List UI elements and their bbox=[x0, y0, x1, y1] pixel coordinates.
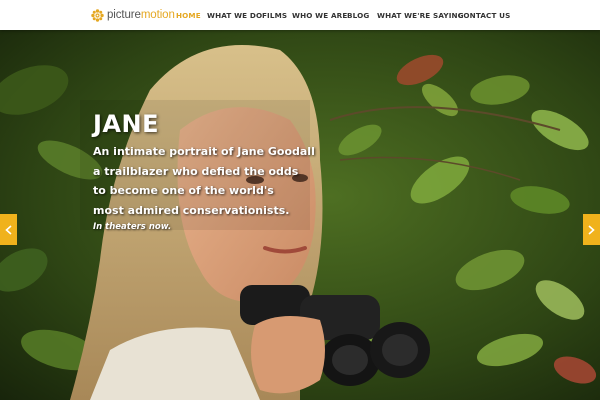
nav-item-films[interactable]: FILMS bbox=[262, 11, 287, 20]
slider-prev-button[interactable] bbox=[0, 214, 17, 245]
hero-line: An intimate portrait of Jane Goodall bbox=[93, 145, 315, 158]
hero-line: most admired conservationists. bbox=[93, 203, 290, 217]
chevron-right-icon bbox=[588, 224, 595, 235]
hero-description: An intimate portrait of Jane Goodall a t… bbox=[93, 142, 315, 220]
hero-title: JANE bbox=[93, 110, 159, 138]
hero-tagline: In theaters now. bbox=[93, 222, 172, 232]
logo-text: picturemotion bbox=[107, 9, 175, 21]
hero-slider: JANE An intimate portrait of Jane Goodal… bbox=[0, 30, 600, 400]
nav-item-what-we-do[interactable]: WHAT WE DO bbox=[207, 11, 262, 20]
nav-item-contact-us[interactable]: CONTACT US bbox=[458, 11, 511, 20]
chevron-left-icon bbox=[5, 224, 12, 235]
top-navigation-bar: picturemotion HOME WHAT WE DO FILMS WHO … bbox=[0, 0, 600, 30]
hero-line: to become one of the world's bbox=[93, 184, 274, 197]
nav-item-what-were-saying[interactable]: WHAT WE'RE SAYING bbox=[377, 11, 464, 20]
logo-prefix: picture bbox=[107, 9, 141, 21]
hero-caption: JANE An intimate portrait of Jane Goodal… bbox=[93, 110, 315, 232]
slider-next-button[interactable] bbox=[583, 214, 600, 245]
sun-flower-icon bbox=[91, 8, 104, 22]
nav-item-who-we-are[interactable]: WHO WE ARE bbox=[292, 11, 347, 20]
site-logo[interactable]: picturemotion bbox=[91, 7, 175, 23]
nav-item-blog[interactable]: BLOG bbox=[347, 11, 369, 20]
nav-item-home[interactable]: HOME bbox=[176, 11, 201, 20]
hero-line: a trailblazer who defied the odds bbox=[93, 164, 299, 178]
logo-suffix: motion bbox=[140, 9, 175, 21]
